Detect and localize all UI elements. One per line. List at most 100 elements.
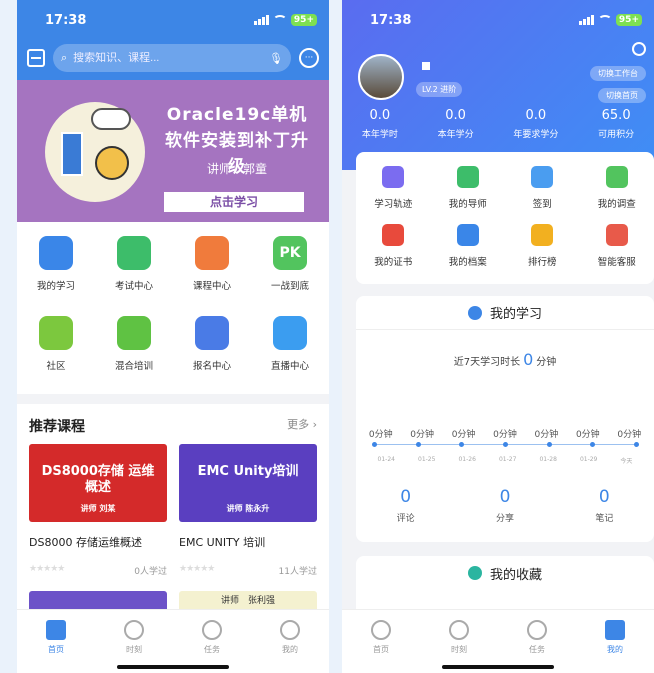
feature-item[interactable]: 我的档案 (431, 224, 506, 282)
feature-label: 社区 (46, 361, 66, 372)
globe-icon (95, 146, 129, 180)
count-item[interactable]: 0 笔记 (595, 487, 613, 524)
stats-row: 0.0 本年学时 0.0 本年学分 0.0 年要求学分 65.0 可用积分 (342, 108, 654, 140)
more-link[interactable]: 更多 › (287, 416, 317, 436)
daily-minute-label: 0分钟 (617, 430, 642, 440)
count-item[interactable]: 0 评论 (397, 487, 415, 524)
certificate-icon (382, 224, 405, 246)
feature-label: 报名中心 (192, 361, 231, 372)
gear-icon[interactable] (632, 42, 646, 56)
status-time: 17:38 (45, 12, 87, 28)
message-icon[interactable]: ··· (299, 48, 319, 68)
thumbnail-lecturer: 讲师 陈永升 (226, 504, 270, 513)
scan-icon[interactable] (27, 49, 45, 67)
stat-item: 65.0 可用积分 (598, 108, 634, 140)
profile-icon (605, 620, 625, 640)
date-label: 今天 (620, 458, 633, 465)
date-label: 01-24 (377, 456, 395, 463)
tab-home[interactable]: 首页 (26, 620, 86, 673)
shuffle-icon (117, 316, 151, 350)
feature-label: 我的档案 (448, 257, 487, 268)
status-time: 17:38 (370, 12, 412, 28)
bottom-tab-bar: 首页 时刻 任务 我的 (17, 609, 329, 673)
feature-item[interactable]: 报名中心 (173, 316, 251, 396)
task-icon (202, 620, 222, 640)
rating-stars-icon: ★★★★★ (29, 564, 65, 574)
course-card-thumb[interactable]: 讲师 张利强 (179, 591, 317, 611)
count-value: 0 (598, 487, 610, 507)
feature-item[interactable]: 考试中心 (95, 236, 173, 316)
battery-icon: 95+ (615, 14, 642, 26)
switch-workbench-button[interactable]: 切换工作台 (590, 66, 646, 81)
stat-value: 0.0 (525, 108, 547, 123)
feature-item[interactable]: 排行榜 (505, 224, 580, 282)
course-card[interactable]: EMC Unity培训 讲师 陈永升 EMC UNITY 培训 ★★★★★ 11人学过 (179, 444, 317, 577)
course-card[interactable]: DS8000存储 运维概述 讲师 刘某 DS8000 存储运维概述 ★★★★★ 0人学过 (29, 444, 167, 577)
stat-value: 0.0 (445, 108, 466, 123)
bottom-tab-bar: 首页 时刻 任务 我的 (342, 609, 654, 673)
mentor-icon (456, 166, 479, 188)
home-indicator (442, 665, 554, 669)
tab-label: 时刻 (451, 645, 467, 654)
tab-home[interactable]: 首页 (351, 620, 411, 673)
thumbnail-lecturer: 讲师 刘某 (80, 504, 116, 513)
feature-label: 签到 (532, 199, 552, 210)
stat-value: 0.0 (369, 108, 391, 123)
feature-item[interactable]: 签到 (505, 166, 580, 224)
thumbnail-title: DS8000存储 运维概述 (41, 464, 155, 495)
task-icon (527, 620, 547, 640)
date-label: 01-27 (498, 456, 517, 463)
promo-banner[interactable]: Oracle19c单机 软件安装到补丁升级 讲师 郭童 点击学习 (17, 80, 329, 222)
video-camera-icon (273, 316, 307, 350)
course-thumbnail[interactable]: EMC Unity培训 讲师 陈永升 (179, 444, 317, 522)
feature-item[interactable]: 社区 (17, 316, 95, 396)
chat-bubble-icon (39, 316, 73, 350)
daily-minute-label: 0分钟 (410, 430, 434, 440)
feature-item[interactable]: PK 一战到底 (251, 236, 329, 316)
course-card-thumb[interactable] (29, 591, 167, 611)
feature-item[interactable]: 我的调查 (580, 166, 654, 224)
feature-item[interactable]: 我的导师 (431, 166, 506, 224)
favorite-icon (467, 566, 482, 580)
feature-item[interactable]: 混合培训 (95, 316, 173, 396)
feature-label: 我的学习 (36, 281, 75, 292)
feature-label: 一战到底 (270, 281, 309, 292)
feature-item[interactable]: 课程中心 (173, 236, 251, 316)
tab-label: 任务 (529, 645, 545, 654)
favorites-card[interactable]: 我的收藏 (356, 556, 654, 616)
switch-home-button[interactable]: 切换首页 (598, 88, 646, 103)
tab-label: 时刻 (126, 645, 142, 654)
learner-count: 0人学过 (134, 567, 167, 577)
search-bar[interactable]: ⌕ 🎙 (53, 44, 291, 72)
tab-profile[interactable]: 我的 (260, 620, 320, 673)
clipboard-icon (195, 316, 229, 350)
feature-label: 直播中心 (270, 361, 309, 372)
server-illustration (45, 102, 145, 202)
feature-item[interactable]: 学习轨迹 (356, 166, 431, 224)
banner-learn-button[interactable]: 点击学习 (164, 192, 304, 212)
section-title: 推荐课程 (29, 419, 85, 435)
daily-minute-label: 0分钟 (534, 430, 559, 440)
microphone-icon[interactable]: 🎙 (269, 52, 283, 65)
feature-label: 我的调查 (597, 199, 636, 210)
tab-profile[interactable]: 我的 (585, 620, 645, 673)
search-input[interactable] (73, 52, 264, 64)
card-title: 我的学习 (489, 307, 542, 322)
feature-item[interactable]: 直播中心 (251, 316, 329, 396)
feature-label: 考试中心 (114, 281, 153, 292)
battery-icon: 95+ (290, 14, 317, 26)
tab-label: 我的 (607, 645, 623, 654)
daily-minute-label: 0分钟 (493, 430, 517, 440)
feature-item[interactable]: 智能客服 (580, 224, 654, 282)
avatar[interactable] (358, 54, 404, 100)
level-badge: LV.2 进阶 (416, 82, 463, 97)
count-item[interactable]: 0 分享 (496, 487, 514, 524)
books-icon (195, 236, 229, 270)
trophy-icon (531, 224, 554, 246)
course-thumbnail[interactable]: DS8000存储 运维概述讲师 刘某 (29, 444, 167, 522)
data-point (546, 442, 552, 447)
count-label: 笔记 (595, 514, 614, 524)
daily-minute-label: 0分钟 (451, 430, 476, 440)
feature-item[interactable]: 我的学习 (17, 236, 95, 316)
feature-item[interactable]: 我的证书 (356, 224, 431, 282)
